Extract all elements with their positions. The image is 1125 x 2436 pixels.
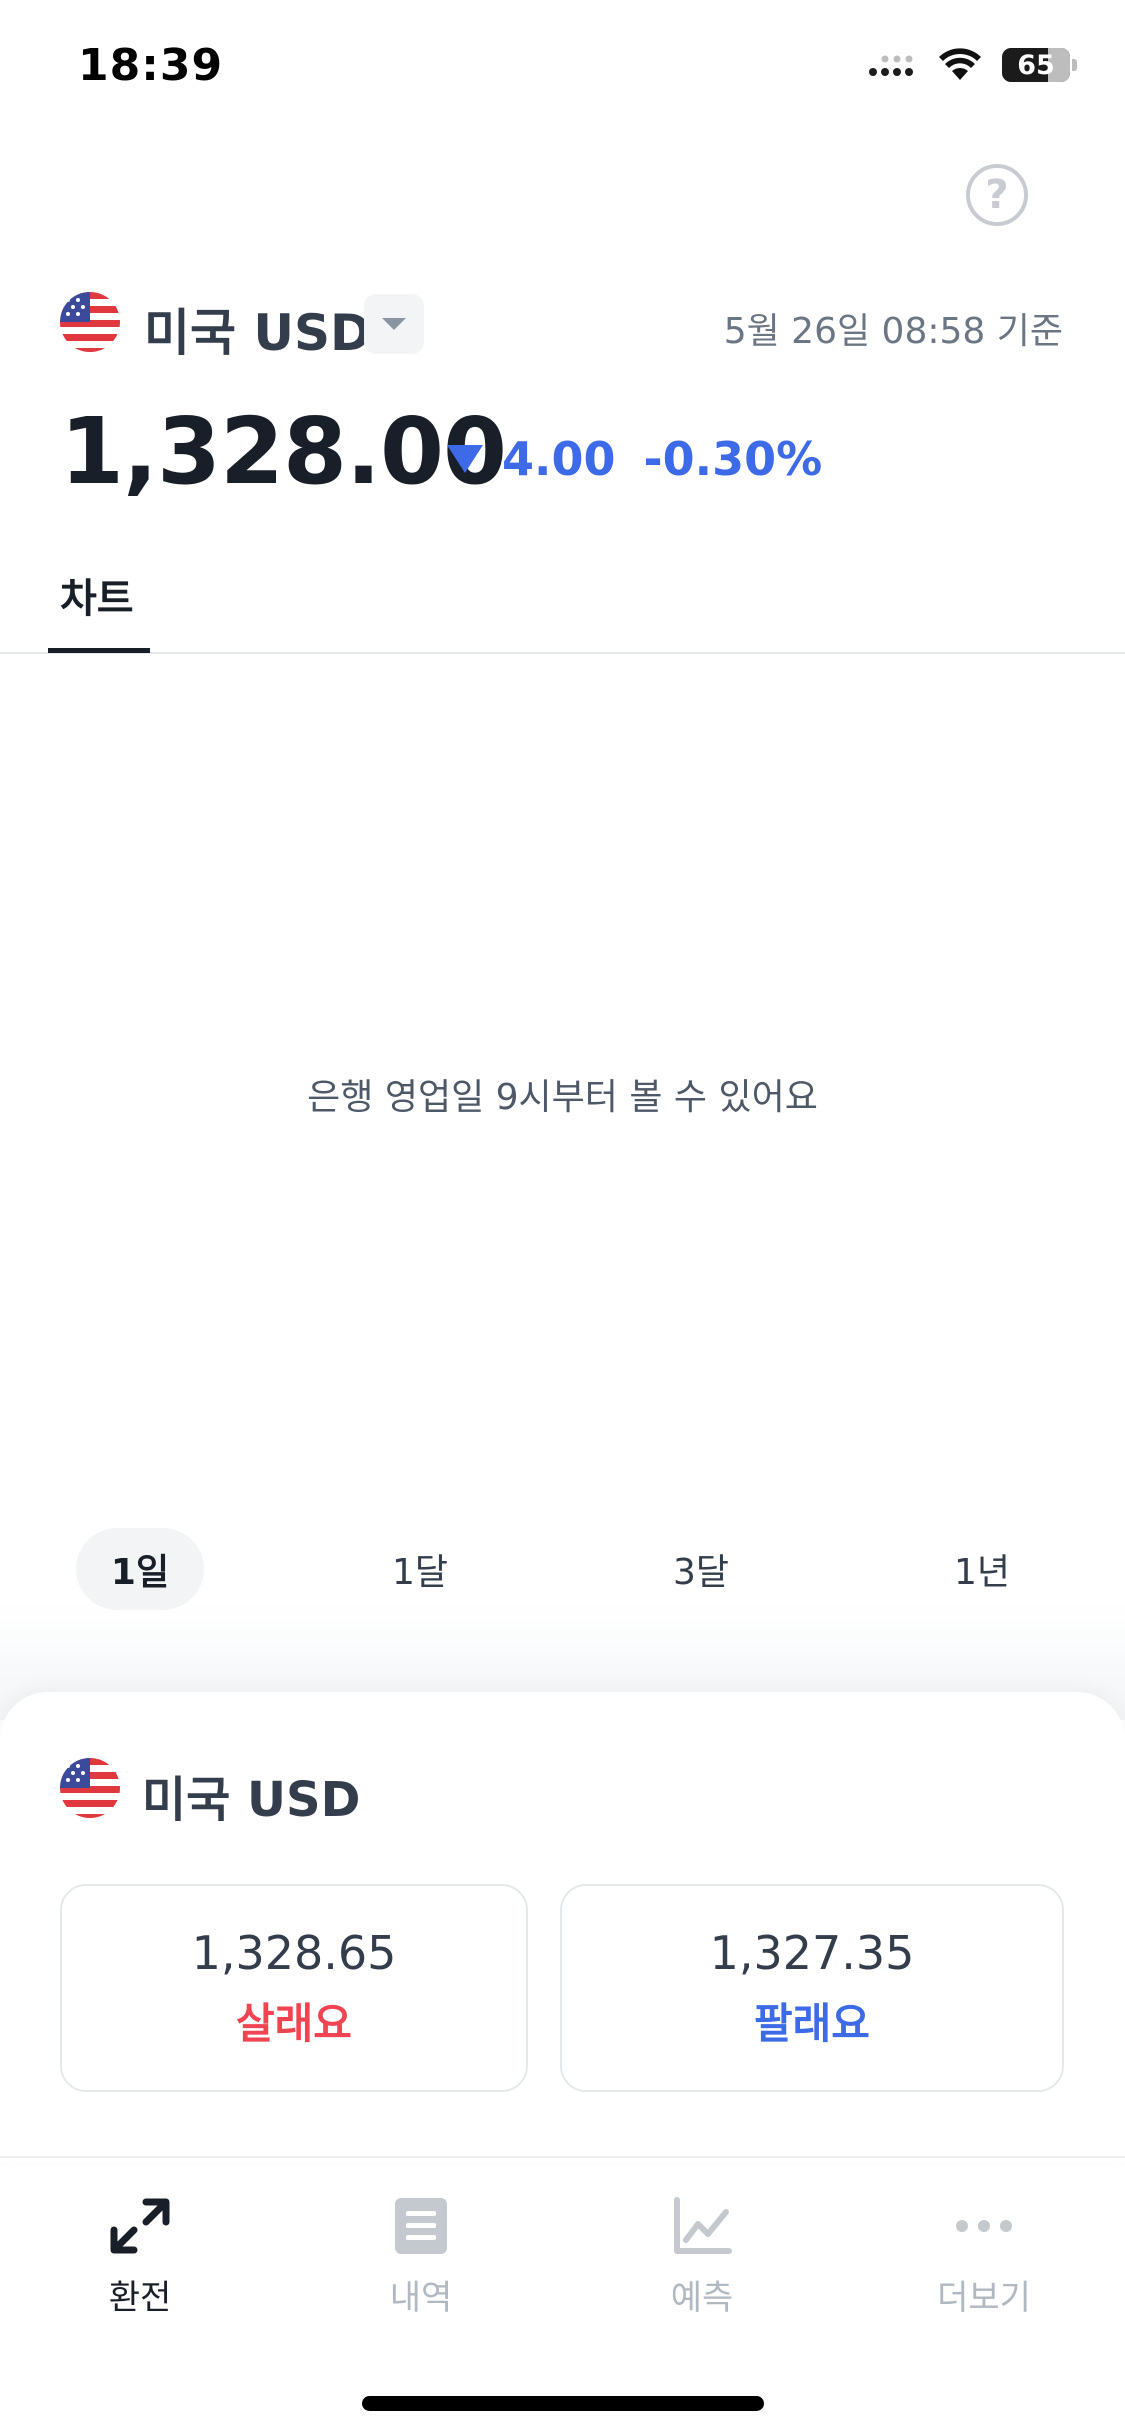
battery-level: 65 — [1017, 49, 1055, 81]
status-time: 18:39 — [78, 40, 224, 91]
nav-divider — [0, 2156, 1125, 2158]
help-icon[interactable]: ? — [966, 164, 1028, 226]
rate-change: 4.00 -0.30% — [446, 432, 822, 486]
wifi-icon — [939, 48, 981, 80]
period-1m-button[interactable]: 1달 — [356, 1528, 484, 1610]
rate-change-percent: -0.30% — [643, 432, 823, 486]
cellular-signal-icon — [869, 55, 913, 76]
chart-icon — [674, 2197, 732, 2254]
chart-empty-message: 은행 영업일 9시부터 볼 수 있어요 — [307, 1077, 818, 1118]
nav-item-forecast[interactable]: 예측 — [602, 2196, 802, 2319]
trade-currency-name: 미국 USD — [142, 1772, 361, 1828]
battery-icon: 65 — [1002, 48, 1070, 82]
tab-chart[interactable]: 차트 — [60, 566, 134, 624]
nav-item-exchange[interactable]: 환전 — [40, 2196, 240, 2319]
nav-label-more: 더보기 — [937, 2278, 1031, 2318]
tab-divider — [0, 652, 1125, 654]
home-indicator — [362, 2396, 764, 2411]
nav-label-history: 내역 — [389, 2278, 453, 2318]
sell-price: 1,327.35 — [709, 1925, 915, 1980]
us-flag-icon — [60, 1758, 120, 1818]
buy-price: 1,328.65 — [191, 1925, 397, 1980]
period-1y-button[interactable]: 1년 — [918, 1528, 1046, 1610]
period-3m-button[interactable]: 3달 — [637, 1528, 765, 1610]
nav-item-more[interactable]: 더보기 — [884, 2196, 1084, 2319]
currency-dropdown-button[interactable] — [364, 294, 424, 354]
us-flag-icon — [60, 292, 120, 352]
document-icon — [395, 2198, 447, 2254]
exchange-rate-value: 1,328.00 — [60, 398, 507, 505]
more-icon — [956, 2220, 1012, 2232]
buy-label: 살래요 — [236, 1998, 352, 2048]
status-icons: 65 — [868, 48, 1077, 82]
period-1d-button[interactable]: 1일 — [76, 1528, 204, 1610]
caret-down-icon — [382, 318, 406, 330]
currency-name[interactable]: 미국 USD — [144, 293, 372, 365]
rate-timestamp: 5월 26일 08:58 기준 — [723, 311, 1063, 352]
nav-item-history[interactable]: 내역 — [321, 2196, 521, 2319]
triangle-down-icon — [447, 445, 483, 473]
nav-label-exchange: 환전 — [108, 2278, 172, 2318]
nav-label-forecast: 예측 — [670, 2278, 734, 2318]
rate-change-amount: 4.00 — [502, 432, 616, 486]
sell-label: 팔래요 — [754, 1998, 870, 2048]
buy-card[interactable]: 1,328.65 살래요 — [60, 1884, 528, 2092]
exchange-icon — [110, 2198, 170, 2254]
tab-active-indicator — [48, 648, 150, 653]
sell-card[interactable]: 1,327.35 팔래요 — [560, 1884, 1064, 2092]
